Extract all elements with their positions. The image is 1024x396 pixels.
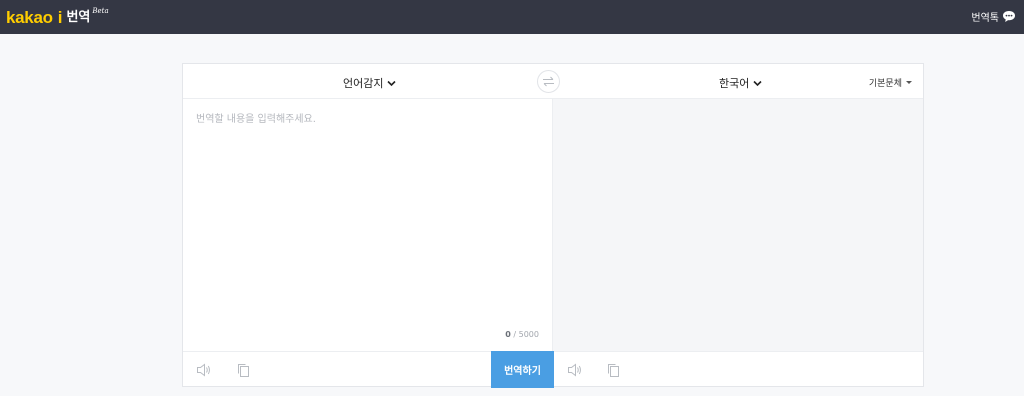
caret-down-icon xyxy=(906,81,912,84)
translate-talk-label: 번역톡 xyxy=(971,13,999,24)
speech-bubble-icon xyxy=(1003,11,1015,22)
target-language-label: 한국어 xyxy=(719,77,750,90)
translate-talk-link[interactable]: 번역톡 xyxy=(971,9,1016,24)
swap-arrows-icon xyxy=(543,76,554,87)
style-select-label: 기본문체 xyxy=(868,79,902,89)
speaker-icon[interactable] xyxy=(196,362,212,378)
translate-button[interactable]: 번역하기 xyxy=(491,351,554,388)
swap-languages-button[interactable] xyxy=(537,70,560,93)
style-select-dropdown[interactable]: 기본문체 xyxy=(869,76,912,89)
chevron-down-icon xyxy=(387,80,397,86)
character-counter: 0 / 5000 xyxy=(505,330,539,339)
top-nav-bar: kakao i 번역 Beta 번역톡 xyxy=(0,0,1024,34)
speaker-icon[interactable] xyxy=(567,362,583,378)
language-bar: 언어감지 한국어 기본문체 xyxy=(183,64,923,99)
action-bar: 번역하기 xyxy=(183,351,923,388)
source-language-select[interactable]: 언어감지 xyxy=(343,75,397,91)
logo-beta-badge: Beta xyxy=(92,7,109,15)
char-count-current: 0 xyxy=(505,330,511,339)
logo-service-text: 번역 xyxy=(66,10,91,25)
target-language-select[interactable]: 한국어 xyxy=(719,75,762,91)
chevron-down-icon xyxy=(753,80,762,86)
copy-icon[interactable] xyxy=(605,362,621,378)
translator-panel: 언어감지 한국어 기본문체 0 / 5000 xyxy=(182,63,924,388)
source-text-area: 0 / 5000 xyxy=(183,99,553,351)
kakao-i-translate-logo[interactable]: kakao i 번역 Beta xyxy=(6,6,109,28)
source-language-label: 언어감지 xyxy=(343,77,384,90)
char-count-max: / 5000 xyxy=(513,330,539,339)
target-text-area xyxy=(553,99,923,351)
source-text-input[interactable] xyxy=(183,99,552,331)
logo-i-text: i xyxy=(57,8,63,27)
logo-brand-text: kakao xyxy=(6,8,53,27)
copy-icon[interactable] xyxy=(235,362,251,378)
